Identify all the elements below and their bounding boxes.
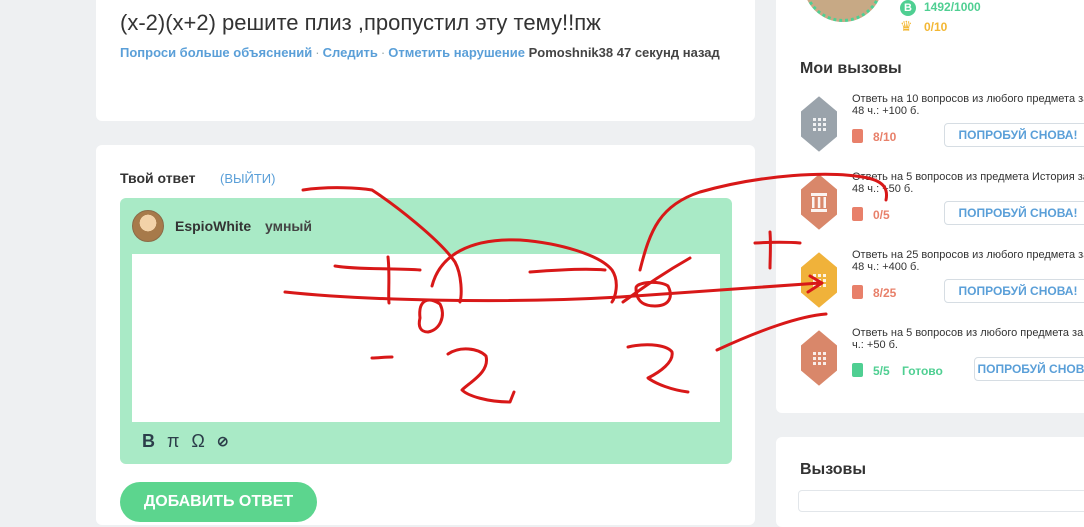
exit-link[interactable]: (ВЫЙТИ) [220, 171, 275, 186]
calls-panel: Вызовы [776, 437, 1084, 527]
crowns-count: 0/10 [924, 20, 948, 34]
ask-more-link[interactable]: Попроси больше объяснений [120, 45, 312, 60]
profile-avatar[interactable] [803, 0, 883, 22]
answer-card: Твой ответ (ВЫЙТИ) EspioWhite умный B π … [96, 145, 755, 525]
add-answer-button[interactable]: ДОБАВИТЬ ОТВЕТ [120, 482, 317, 522]
challenge-text: Ответь на 25 вопросов из любого предмета… [852, 249, 1084, 273]
progress-icon [852, 207, 863, 221]
challenge-text: Ответь на 5 вопросов из предмета История… [852, 171, 1084, 195]
challenge-text: Ответь на 10 вопросов из любого предмета… [852, 93, 1084, 117]
retry-button[interactable]: ПОПРОБУЙ СНОВА [974, 357, 1084, 381]
challenge-progress: 0/5 [873, 208, 890, 222]
question-time: 47 секунд назад [616, 45, 720, 60]
avatar [132, 210, 164, 242]
calls-title: Вызовы [800, 461, 867, 478]
omega-symbol-button[interactable]: Ω [191, 431, 204, 452]
bold-button[interactable]: B [142, 431, 155, 452]
challenge-item: Ответь на 5 вопросов из любого предмета … [796, 327, 1084, 397]
challenge-badge-icon [799, 171, 839, 233]
question-meta: Попроси больше объяснений · Следить · Отмети… [120, 45, 720, 60]
challenge-progress: 5/5 [873, 364, 890, 378]
question-author[interactable]: Pomoshnik38 [529, 45, 614, 60]
user-rank: умный [265, 218, 312, 234]
challenge-item: Ответь на 10 вопросов из любого предмета… [796, 93, 1084, 163]
crown-icon: ♛ [900, 18, 913, 34]
points-count: 1492/1000 [924, 0, 981, 14]
progress-icon [852, 129, 863, 143]
challenge-done-label: Готово [902, 364, 943, 378]
challenge-badge-icon [799, 327, 839, 389]
retry-button[interactable]: ПОПРОБУЙ СНОВА! [944, 279, 1084, 303]
report-link[interactable]: Отметить нарушение [388, 45, 525, 60]
calls-list-item[interactable] [798, 490, 1084, 512]
pi-symbol-button[interactable]: π [167, 431, 179, 452]
points-icon: B [900, 0, 916, 16]
my-challenges-title: Мои вызовы [800, 60, 902, 77]
challenge-badge-icon [799, 249, 839, 311]
answer-heading: Твой ответ [120, 170, 196, 186]
answer-textarea[interactable] [132, 254, 720, 422]
user-name[interactable]: EspioWhite [175, 218, 251, 234]
attach-icon[interactable]: ⊘ [217, 433, 229, 450]
challenge-item: Ответь на 25 вопросов из любого предмета… [796, 249, 1084, 319]
challenge-badge-icon [799, 93, 839, 155]
progress-icon [852, 363, 863, 377]
challenge-progress: 8/10 [873, 130, 897, 144]
answer-editor: EspioWhite умный B π Ω ⊘ [120, 198, 732, 464]
retry-button[interactable]: ПОПРОБУЙ СНОВА! [944, 123, 1084, 147]
progress-icon [852, 285, 863, 299]
question-card: (x-2)(x+2) решите плиз ,пропустил эту те… [96, 0, 755, 121]
challenge-item: Ответь на 5 вопросов из предмета История… [796, 171, 1084, 241]
challenge-text: Ответь на 5 вопросов из любого предмета … [852, 327, 1084, 351]
question-title: (x-2)(x+2) решите плиз ,пропустил эту те… [120, 10, 601, 35]
challenge-progress: 8/25 [873, 286, 897, 300]
editor-toolbar: B π Ω ⊘ [142, 431, 229, 451]
retry-button[interactable]: ПОПРОБУЙ СНОВА! [944, 201, 1084, 225]
follow-link[interactable]: Следить [323, 45, 378, 60]
challenges-panel: B 1492/1000 ♛ 0/10 Мои вызовы Ответь на … [776, 0, 1084, 413]
